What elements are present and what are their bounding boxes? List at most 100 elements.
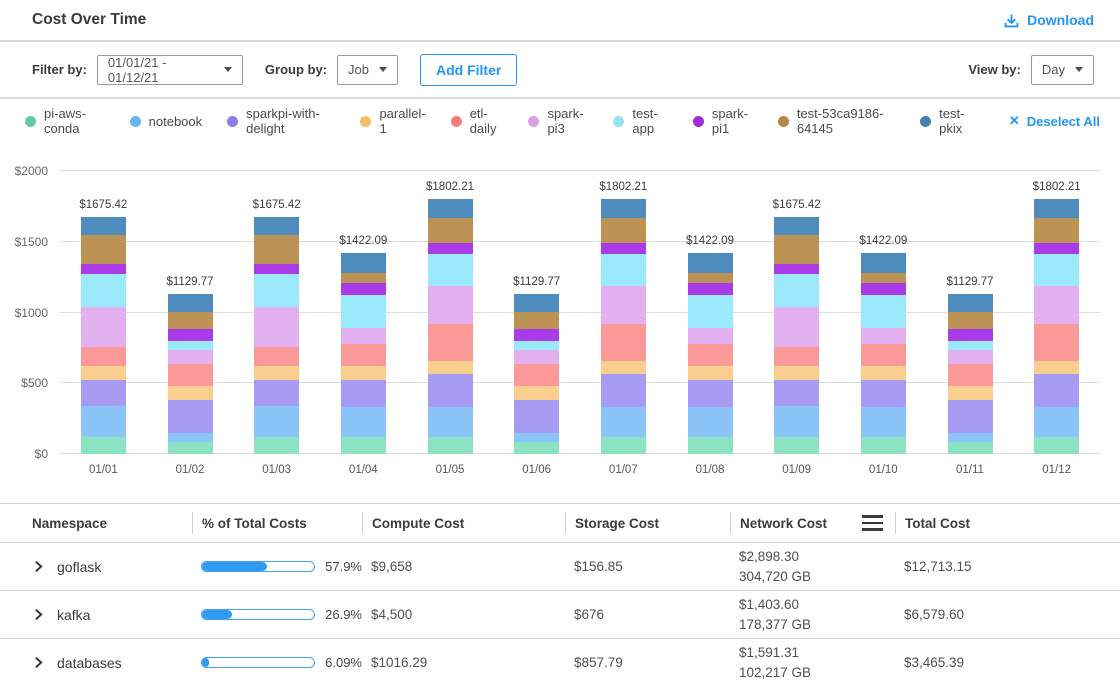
bar-segment[interactable] [948,400,993,432]
legend-item[interactable]: pi-aws-conda [25,106,105,136]
bar-segment[interactable] [601,407,646,437]
bar-segment[interactable] [254,217,299,235]
bar-segment[interactable] [948,329,993,341]
bar-segment[interactable] [514,442,559,454]
bar-segment[interactable] [861,273,906,283]
bar-segment[interactable] [688,283,733,295]
bar-segment[interactable] [688,253,733,273]
bar-segment[interactable] [1034,286,1079,324]
bar-segment[interactable] [688,380,733,408]
bar-segment[interactable] [514,400,559,432]
bar-segment[interactable] [254,347,299,366]
bar-segment[interactable] [81,406,126,437]
legend-item[interactable]: test-pkix [920,106,976,136]
bar-segment[interactable] [81,264,126,275]
bar-segment[interactable] [81,307,126,347]
bar-segment[interactable] [774,437,819,454]
bar-segment[interactable] [774,264,819,275]
stacked-bar[interactable]: $1802.21 [428,199,473,454]
bar-segment[interactable] [688,407,733,436]
bar-segment[interactable] [428,243,473,255]
group-by-select[interactable]: Job [337,55,398,85]
bar-segment[interactable] [601,286,646,324]
legend-item[interactable]: test-app [613,106,668,136]
bar-segment[interactable] [774,380,819,406]
bar-segment[interactable] [774,274,819,307]
bar-segment[interactable] [341,407,386,436]
bar-segment[interactable] [688,328,733,344]
bar-segment[interactable] [1034,243,1079,255]
bar-segment[interactable] [341,437,386,454]
bar-segment[interactable] [168,442,213,454]
stacked-bar[interactable]: $1129.77 [948,294,993,454]
bar-segment[interactable] [254,307,299,347]
bar-segment[interactable] [861,344,906,366]
bar-segment[interactable] [601,243,646,255]
stacked-bar[interactable]: $1802.21 [1034,199,1079,454]
bar-segment[interactable] [861,283,906,295]
legend-item[interactable]: parallel-1 [360,106,425,136]
bar-segment[interactable] [254,366,299,380]
expand-row-chevron-icon[interactable] [32,560,45,573]
column-header-total-cost[interactable]: Total Cost [895,512,1088,534]
stacked-bar[interactable]: $1422.09 [861,253,906,454]
bar-segment[interactable] [1034,218,1079,243]
bar-segment[interactable] [514,341,559,350]
bar-segment[interactable] [774,217,819,235]
bar-segment[interactable] [774,307,819,347]
bar-segment[interactable] [688,344,733,366]
bar-segment[interactable] [1034,437,1079,454]
bar-segment[interactable] [948,341,993,350]
bar-segment[interactable] [254,235,299,264]
bar-segment[interactable] [341,253,386,273]
column-header-storage-cost[interactable]: Storage Cost [565,512,730,534]
bar-segment[interactable] [601,361,646,374]
bar-segment[interactable] [81,217,126,235]
bar-segment[interactable] [948,364,993,386]
bar-segment[interactable] [861,380,906,408]
bar-segment[interactable] [81,274,126,307]
bar-segment[interactable] [341,366,386,380]
expand-row-chevron-icon[interactable] [32,656,45,669]
bar-segment[interactable] [514,386,559,400]
bar-segment[interactable] [861,407,906,436]
bar-segment[interactable] [428,361,473,374]
bar-segment[interactable] [861,295,906,328]
bar-segment[interactable] [601,324,646,361]
date-range-select[interactable]: 01/01/21 - 01/12/21 [97,55,243,85]
bar-segment[interactable] [1034,361,1079,374]
bar-segment[interactable] [254,406,299,437]
bar-segment[interactable] [168,433,213,442]
deselect-all-button[interactable]: ✕ Deselect All [1009,113,1100,129]
bar-segment[interactable] [601,199,646,218]
bar-segment[interactable] [514,312,559,328]
bar-segment[interactable] [948,386,993,400]
stacked-bar[interactable]: $1422.09 [341,253,386,454]
bar-segment[interactable] [948,294,993,312]
bar-segment[interactable] [81,437,126,454]
bar-segment[interactable] [948,312,993,328]
bar-segment[interactable] [428,218,473,243]
bar-segment[interactable] [428,374,473,407]
bar-segment[interactable] [428,199,473,218]
bar-segment[interactable] [861,328,906,344]
bar-segment[interactable] [514,350,559,364]
bar-segment[interactable] [1034,199,1079,218]
bar-segment[interactable] [688,366,733,380]
bar-segment[interactable] [861,437,906,454]
bar-segment[interactable] [514,329,559,341]
bar-segment[interactable] [601,218,646,243]
view-by-select[interactable]: Day [1031,55,1094,85]
add-filter-button[interactable]: Add Filter [420,54,517,86]
bar-segment[interactable] [1034,254,1079,286]
bar-segment[interactable] [861,366,906,380]
bar-segment[interactable] [774,347,819,366]
column-header-compute-cost[interactable]: Compute Cost [362,512,565,534]
stacked-bar[interactable]: $1675.42 [774,217,819,454]
bar-segment[interactable] [81,366,126,380]
bar-segment[interactable] [81,235,126,264]
bar-segment[interactable] [514,294,559,312]
bar-segment[interactable] [341,295,386,328]
bar-segment[interactable] [168,400,213,432]
legend-item[interactable]: spark-pi1 [693,106,753,136]
